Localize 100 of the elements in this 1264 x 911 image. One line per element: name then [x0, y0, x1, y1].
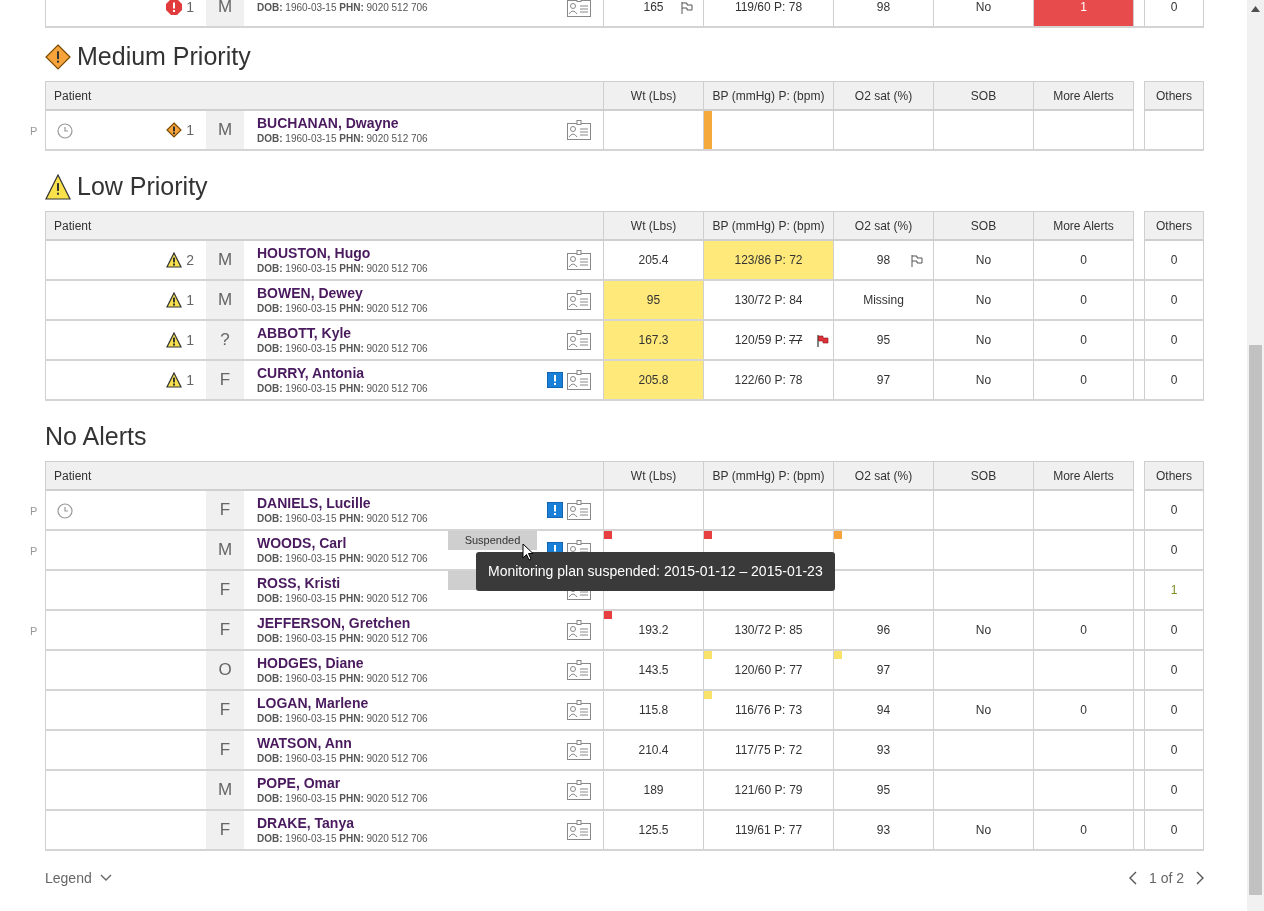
tooltip: Monitoring plan suspended: 2015-01-12 – 2015-01-23 — [476, 552, 835, 591]
chevron-right-icon[interactable] — [1196, 871, 1204, 885]
patient-details: DOB: 1960-03-15 PHN: 9020 512 706 — [257, 672, 428, 685]
patient-name-link[interactable]: WOODS, Carl — [257, 535, 347, 552]
column-header: Patient — [45, 211, 604, 241]
sex-cell: O — [206, 651, 244, 689]
section-heading: No Alerts — [45, 421, 147, 453]
chevron-left-icon[interactable] — [1128, 871, 1137, 885]
sex-cell: M — [206, 771, 244, 809]
patient-details: DOB: 1960-03-15 PHN: 9020 512 706 — [257, 132, 428, 145]
patient-name-link[interactable]: HOUSTON, Hugo — [257, 245, 371, 262]
cell-value: 93 — [876, 742, 891, 759]
cell-value: 116/76 P: 73 — [734, 702, 803, 719]
patient-name-link[interactable]: DRAKE, Tanya — [257, 815, 354, 832]
cell-value: 115.8 — [638, 702, 669, 719]
scrollbar-thumb[interactable] — [1249, 345, 1262, 895]
pending-marker: P — [30, 124, 38, 139]
patient-name-link[interactable]: JEFFERSON, Gretchen — [257, 615, 411, 632]
patient-details: DOB: 1960-03-15 PHN: 9020 512 706 — [257, 552, 428, 565]
scroll-up-icon[interactable] — [1251, 6, 1260, 12]
cell-value: No — [975, 0, 992, 16]
patient-name-link[interactable]: HODGES, Diane — [257, 655, 364, 672]
cell-value: 0 — [1170, 252, 1178, 269]
sex-cell: M — [206, 0, 244, 26]
cell-value: 0 — [1080, 252, 1087, 269]
alert-count: 1 — [186, 370, 194, 390]
cell-value: 0 — [1170, 702, 1178, 719]
column-header: SOB — [934, 81, 1034, 111]
patient-details: DOB: 1960-03-15 PHN: 9020 512 706 — [257, 0, 428, 14]
cell-value: 0 — [1170, 782, 1178, 799]
patient-name-link[interactable]: WATSON, Ann — [257, 735, 352, 752]
sex-cell: F — [206, 811, 244, 849]
alert-count: 2 — [186, 250, 194, 270]
patient-details: DOB: 1960-03-15 PHN: 9020 512 706 — [257, 342, 428, 355]
patient-details: DOB: 1960-03-15 PHN: 9020 512 706 — [257, 302, 428, 315]
cell-value: 130/72 P: 85 — [734, 622, 803, 639]
cell-value: 0 — [1170, 292, 1178, 309]
patient-details: DOB: 1960-03-15 PHN: 9020 512 706 — [257, 382, 428, 395]
sex-cell: F — [206, 571, 244, 609]
section-heading: Low Priority — [77, 171, 208, 203]
cell-value: 189 — [643, 782, 664, 799]
cell-value: 167.3 — [638, 332, 669, 349]
column-header: More Alerts — [1034, 81, 1134, 111]
alert-count: 1 — [186, 120, 194, 140]
sex-cell: F — [206, 361, 244, 399]
patient-name-link[interactable]: ABBOTT, Kyle — [257, 325, 352, 342]
cell-value: 0 — [1170, 622, 1178, 639]
sex-cell: M — [206, 241, 244, 279]
cell-value: 119/60 P: 78 — [734, 0, 803, 16]
column-header: SOB — [934, 211, 1034, 241]
patient-details: DOB: 1960-03-15 PHN: 9020 512 706 — [257, 832, 428, 845]
legend-toggle[interactable]: Legend — [45, 867, 112, 889]
status-tag: Suspended — [448, 531, 537, 550]
cell-value: 98 — [876, 252, 891, 269]
cell-value: 205.8 — [638, 372, 669, 389]
cell-value: 95 — [876, 332, 891, 349]
cell-value: 120/59 P: — [734, 332, 786, 349]
column-header: Others — [1144, 461, 1204, 491]
sex-cell: ? — [206, 321, 244, 359]
patient-name-link[interactable]: DANIELS, Lucille — [257, 495, 371, 512]
cell-value: 117/75 P: 72 — [734, 742, 803, 759]
cursor-icon — [522, 543, 534, 561]
patient-name-link[interactable]: ROSS, Kristi — [257, 575, 341, 592]
cell-value: 97 — [876, 372, 891, 389]
cell-value: 122/60 P: 78 — [734, 372, 803, 389]
patient-details: DOB: 1960-03-15 PHN: 9020 512 706 — [257, 592, 428, 605]
patient-name-link[interactable]: POPE, Omar — [257, 775, 341, 792]
sex-cell: F — [206, 491, 244, 529]
scrollbar[interactable] — [1247, 0, 1264, 911]
column-header: O2 sat (%) — [834, 211, 934, 241]
cell-value: 205.4 — [638, 252, 669, 269]
patient-name-link[interactable]: BOWEN, Dewey — [257, 285, 363, 302]
sex-cell: M — [206, 281, 244, 319]
column-header: Patient — [45, 81, 604, 111]
patient-name-link[interactable]: LOGAN, Marlene — [257, 695, 369, 712]
alert-count: 1 — [186, 0, 194, 17]
patient-name-link[interactable]: BUCHANAN, Dwayne — [257, 115, 399, 132]
struck-value: 77 — [789, 332, 803, 349]
sex-cell: F — [206, 731, 244, 769]
cell-value: 120/60 P: 77 — [734, 662, 803, 679]
cell-value: 193.2 — [638, 622, 669, 639]
cell-value: 0 — [1170, 542, 1178, 559]
cell-value: 0 — [1170, 332, 1178, 349]
cell-value: 165 — [643, 0, 664, 16]
cell-value: 93 — [876, 822, 891, 839]
cell-value: 0 — [1080, 702, 1087, 719]
alert-count: 1 — [186, 290, 194, 310]
column-header: Others — [1144, 81, 1204, 111]
column-header: O2 sat (%) — [834, 461, 934, 491]
patient-name-link[interactable]: CURRY, Antonia — [257, 365, 365, 382]
cell-value: 125.5 — [638, 822, 669, 839]
cell-value: 123/86 P: 72 — [734, 252, 803, 269]
patient-details: DOB: 1960-03-15 PHN: 9020 512 706 — [257, 632, 428, 645]
cell-value: 0 — [1170, 822, 1178, 839]
column-header: SOB — [934, 461, 1034, 491]
patient-details: DOB: 1960-03-15 PHN: 9020 512 706 — [257, 792, 428, 805]
column-header: BP (mmHg) P: (bpm) — [704, 461, 834, 491]
cell-value: No — [975, 292, 992, 309]
page-indicator: 1 of 2 — [1148, 868, 1184, 888]
cell-value: 95 — [646, 292, 661, 309]
